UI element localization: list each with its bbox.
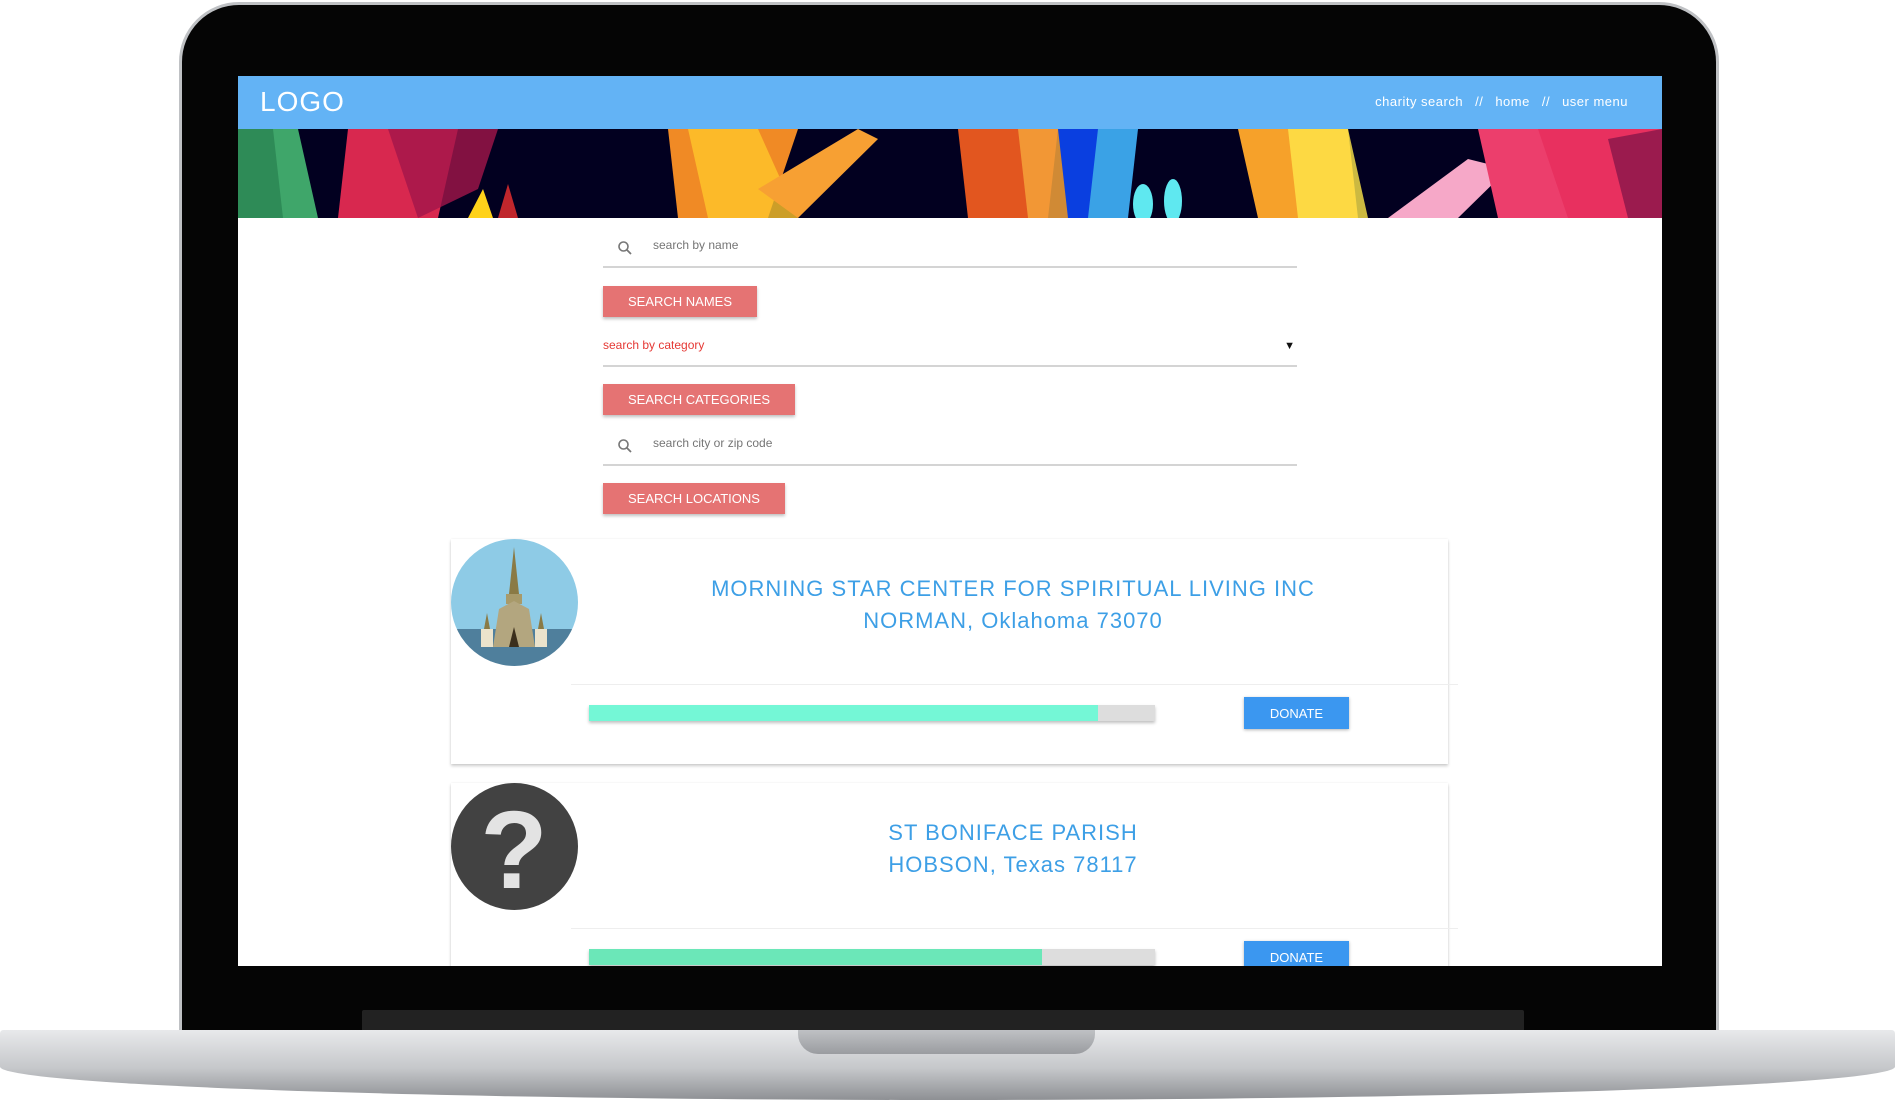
donate-button[interactable]: DONATE [1244,697,1349,729]
donation-progress-bar [589,705,1155,721]
charity-name[interactable]: MORNING STAR CENTER FOR SPIRITUAL LIVING… [578,573,1448,605]
nav-home[interactable]: home [1495,94,1530,109]
charity-card: MORNING STAR CENTER FOR SPIRITUAL LIVING… [451,539,1458,764]
charity-info: MORNING STAR CENTER FOR SPIRITUAL LIVING… [578,573,1448,637]
card-divider [571,684,1458,685]
nav-charity-search[interactable]: charity search [1375,94,1463,109]
logo[interactable]: LOGO [260,86,345,118]
search-by-name-input[interactable] [653,238,1253,252]
category-select-value: search by category [603,338,705,352]
laptop-notch [798,1030,1095,1054]
search-location-field[interactable] [603,428,1297,466]
donation-progress-bar [589,949,1155,965]
progress-fill [589,949,1042,965]
search-location-input[interactable] [653,436,1253,450]
church-image [451,539,578,666]
search-categories-button[interactable]: SEARCH CATEGORIES [603,384,796,415]
browser-screen: LOGO charity search // home // user menu… [238,76,1662,966]
charity-location: NORMAN, Oklahoma 73070 [863,608,1163,633]
donate-button[interactable]: DONATE [1244,941,1349,966]
search-names-button[interactable]: SEARCH NAMES [603,286,758,317]
charity-name[interactable]: ST BONIFACE PARISH [578,817,1448,849]
laptop-hinge [362,1010,1524,1032]
top-navbar: LOGO charity search // home // user menu [238,76,1662,129]
charity-location: HOBSON, Texas 78117 [888,852,1138,877]
question-mark-icon: ? [451,783,578,910]
search-locations-button[interactable]: SEARCH LOCATIONS [603,483,785,514]
charity-info: ST BONIFACE PARISH HOBSON, Texas 78117 [578,817,1448,881]
search-by-name-field[interactable] [603,230,1297,268]
svg-text:?: ? [480,789,547,910]
nav-user-menu[interactable]: user menu [1562,94,1628,109]
dropdown-arrow-icon: ▼ [1284,340,1295,352]
search-icon [618,439,632,453]
card-divider [571,928,1458,929]
charity-card: ? ST BONIFACE PARISH HOBSON, Texas 78117… [451,783,1458,966]
search-icon [618,241,632,255]
nav-separator: // [1541,94,1551,109]
nav-links: charity search // home // user menu [1375,94,1628,109]
category-select[interactable]: search by category ▼ [603,338,1297,367]
nav-separator: // [1475,94,1484,109]
hero-banner-hands [238,129,1662,218]
progress-fill [589,705,1099,721]
